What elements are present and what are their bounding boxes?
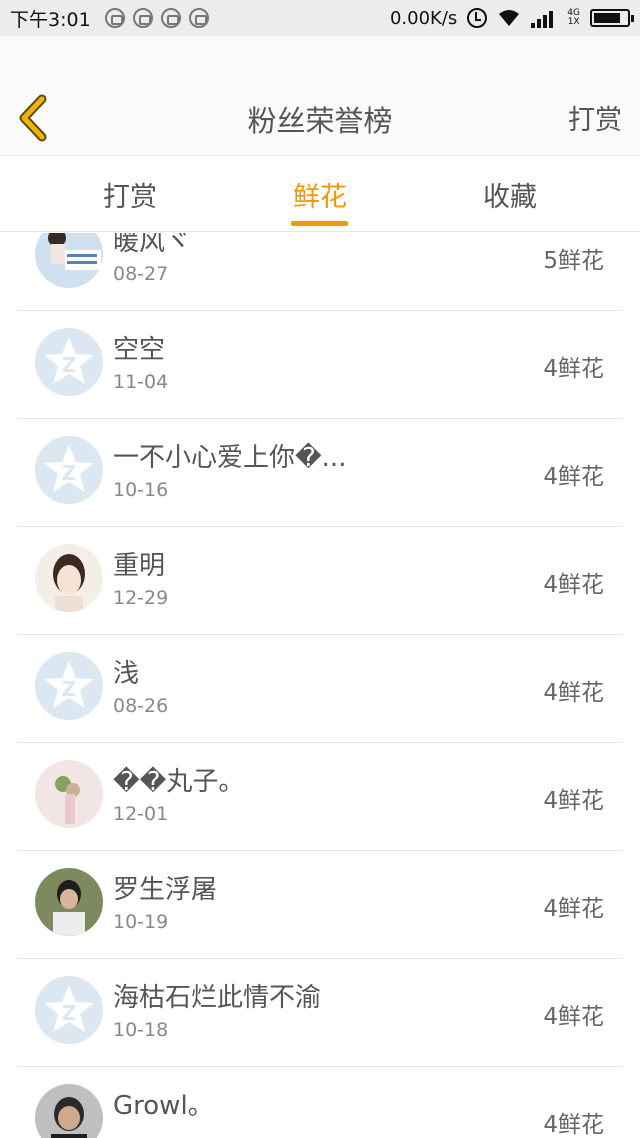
status-bar: 下午3:01 0.00K/s 4G 1X — [0, 0, 640, 36]
fan-date: 10-19 — [113, 911, 169, 933]
avatar[interactable] — [35, 233, 103, 288]
fan-date: 11-04 — [113, 371, 169, 393]
fan-date: 12-01 — [113, 803, 169, 825]
fan-name: 重明 — [113, 551, 166, 581]
default-avatar-icon[interactable]: Z — [35, 328, 103, 396]
default-avatar-icon[interactable]: Z — [35, 652, 103, 720]
notification-icon — [160, 8, 181, 28]
fan-date: 08-27 — [113, 263, 169, 285]
fan-name: 浅 — [113, 659, 140, 689]
flower-count: 4鲜花 — [543, 464, 604, 490]
flower-count: 4鲜花 — [543, 680, 604, 706]
default-avatar-icon[interactable]: Z — [35, 976, 103, 1044]
screen: 下午3:01 0.00K/s 4G 1X 粉丝荣誉榜 打赏 打赏 鲜花 收藏 暖… — [0, 0, 640, 1138]
notification-icon — [188, 8, 209, 28]
wifi-icon — [497, 8, 521, 28]
flower-count: 4鲜花 — [543, 788, 604, 814]
fan-date: 10-18 — [113, 1019, 169, 1041]
notification-icon — [104, 8, 125, 28]
flower-count: 4鲜花 — [543, 356, 604, 382]
fan-name: Growl。 — [113, 1091, 214, 1121]
battery-icon — [590, 9, 634, 27]
status-left: 下午3:01 — [10, 5, 209, 32]
fan-name: ��丸子。 — [113, 767, 245, 797]
reward-button[interactable]: 打赏 — [568, 98, 622, 137]
fan-name: 海枯石烂此情不渝 — [113, 983, 322, 1013]
flower-count: 5鲜花 — [543, 248, 604, 274]
tab-reward[interactable]: 打赏 — [30, 157, 230, 232]
avatar[interactable] — [35, 868, 103, 936]
fan-name: 罗生浮屠 — [113, 875, 218, 905]
tab-bar: 打赏 鲜花 收藏 — [0, 157, 640, 232]
fan-name: 一不小心爱上你�... — [113, 443, 347, 473]
flower-count: 4鲜花 — [543, 1004, 604, 1030]
fan-name: 空空 — [113, 335, 166, 365]
svg-text:Z: Z — [62, 461, 77, 485]
fan-row[interactable]: Z 一不小心爱上你�... 10-16 4鲜花 — [18, 419, 622, 527]
fan-name: 暖风ヾ — [113, 233, 192, 257]
fan-row[interactable]: 罗生浮屠 10-19 4鲜花 — [18, 851, 622, 959]
alarm-icon — [467, 8, 488, 28]
fan-list: 暖风ヾ 08-27 5鲜花 Z 空空 11-04 4鲜花 Z 一不小心爱上你�... 10-16 4… — [0, 233, 640, 1138]
header: 粉丝荣誉榜 打赏 — [0, 36, 640, 156]
fan-row[interactable]: 暖风ヾ 08-27 5鲜花 — [18, 233, 622, 311]
fan-row[interactable]: ��丸子。 12-01 4鲜花 — [18, 743, 622, 851]
network-speed: 0.00K/s — [389, 7, 458, 29]
fan-row[interactable]: Z 空空 11-04 4鲜花 — [18, 311, 622, 419]
battery-level — [594, 13, 620, 23]
flower-count: 4鲜花 — [543, 1112, 604, 1138]
network-type-bottom: 1X — [567, 17, 580, 27]
fan-row[interactable]: 重明 12-29 4鲜花 — [18, 527, 622, 635]
fan-list-viewport[interactable]: 暖风ヾ 08-27 5鲜花 Z 空空 11-04 4鲜花 Z 一不小心爱上你�... 10-16 4… — [0, 233, 640, 1138]
flower-count: 4鲜花 — [543, 896, 604, 922]
status-right: 0.00K/s 4G 1X — [389, 7, 634, 29]
status-time: 下午3:01 — [10, 8, 91, 31]
fan-date: 10-16 — [113, 479, 169, 501]
flower-count: 4鲜花 — [543, 572, 604, 598]
fan-date: 08-26 — [113, 695, 169, 717]
fan-row[interactable]: Growl。 4鲜花 — [18, 1067, 622, 1138]
fan-date: 12-29 — [113, 587, 169, 609]
avatar[interactable] — [35, 1084, 103, 1138]
fan-row[interactable]: Z 浅 08-26 4鲜花 — [18, 635, 622, 743]
page-title: 粉丝荣誉榜 — [247, 104, 393, 138]
network-type: 4G 1X — [567, 9, 580, 27]
tab-favorites[interactable]: 收藏 — [410, 157, 610, 232]
default-avatar-icon[interactable]: Z — [35, 436, 103, 504]
notification-icon — [132, 8, 153, 28]
fan-row[interactable]: Z 海枯石烂此情不渝 10-18 4鲜花 — [18, 959, 622, 1067]
svg-text:Z: Z — [62, 353, 77, 377]
avatar[interactable] — [35, 544, 103, 612]
avatar[interactable] — [35, 760, 103, 828]
svg-text:Z: Z — [62, 677, 77, 701]
signal-icon — [531, 8, 557, 28]
active-tab-indicator — [291, 221, 348, 226]
svg-text:Z: Z — [62, 1001, 77, 1025]
